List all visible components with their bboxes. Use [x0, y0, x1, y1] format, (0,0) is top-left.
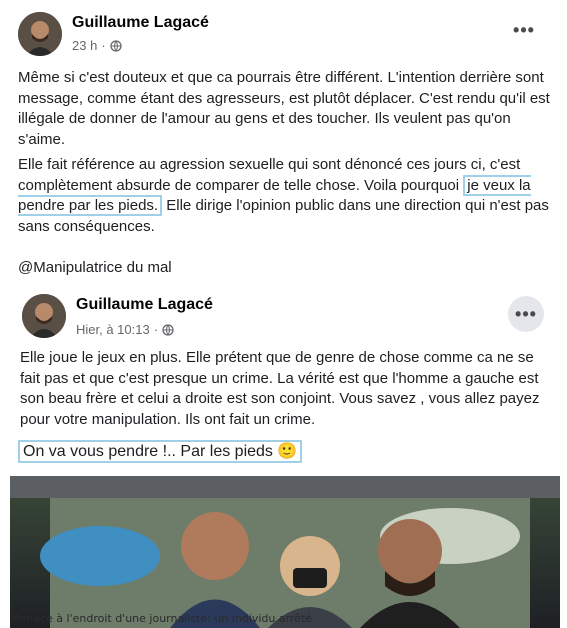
more-options-icon[interactable]: •••: [506, 12, 542, 48]
author-name[interactable]: Guillaume Lagacé: [72, 14, 209, 32]
avatar[interactable]: [22, 294, 66, 338]
mention-link[interactable]: @Manipulatrice du mal: [18, 258, 550, 279]
post-text-paragraph: Elle joue le jeux en plus. Elle prétent …: [20, 349, 540, 428]
globe-icon: [162, 323, 174, 336]
smile-emoji-icon: 🙂: [277, 443, 298, 460]
photo-caption: Menace à l'endroit d'une journaliste: un…: [10, 612, 313, 625]
post-1: Guillaume Lagacé 23 h · ••• Même si c'es…: [0, 0, 567, 286]
author-name[interactable]: Guillaume Lagacé: [76, 296, 213, 314]
highlighted-threat-text: On va vous pendre !.. Par les pieds 🙂: [18, 440, 550, 463]
post-2: Guillaume Lagacé Hier, à 10:13 · ••• Ell…: [0, 286, 567, 628]
post-time[interactable]: Hier, à 10:13: [76, 322, 150, 337]
post-text-paragraph-2: Elle fait référence au agression sexuell…: [18, 155, 550, 237]
text-segment: Elle fait référence au agression sexuell…: [18, 156, 521, 194]
highlighted-text: On va vous pendre !.. Par les pieds 🙂: [18, 440, 303, 463]
post-photo[interactable]: [10, 476, 560, 628]
meta-separator: ·: [101, 38, 106, 53]
more-options-icon[interactable]: •••: [508, 296, 544, 332]
highlight-content: On va vous pendre !.. Par les pieds: [23, 443, 273, 460]
post-time[interactable]: 23 h: [72, 38, 97, 53]
post-text-paragraph: Même si c'est douteux et que ca pourrais…: [18, 69, 550, 148]
post-meta: Hier, à 10:13 ·: [76, 322, 174, 337]
meta-separator: ·: [153, 322, 159, 337]
avatar[interactable]: [18, 12, 62, 56]
globe-icon: [110, 39, 122, 52]
post-meta: 23 h ·: [72, 38, 122, 53]
